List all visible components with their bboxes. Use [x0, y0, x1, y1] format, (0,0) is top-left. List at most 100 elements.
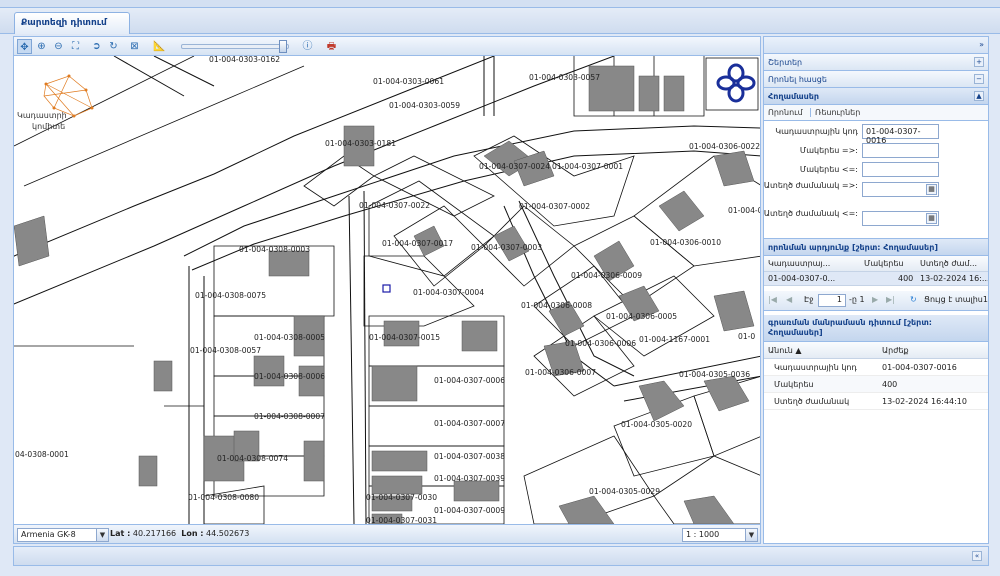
table-row: Ստեղծ ժամանակ 13-02-2024 16:44:10	[764, 393, 988, 410]
svg-text:01-0: 01-0	[738, 332, 755, 341]
search-form: Կադաստրային կոդ 01-004-0307-0016 Մակերես…	[764, 121, 988, 239]
svg-text:01-004-0308-0005: 01-004-0308-0005	[254, 333, 325, 342]
chevron-up-icon[interactable]: ▲	[974, 91, 984, 101]
table-row: Կադաստրային կոդ 01-004-0307-0016	[764, 359, 988, 376]
svg-text:01-004-0308-0057: 01-004-0308-0057	[190, 346, 261, 355]
scale-select[interactable]: 1 : 1000 ▼	[682, 528, 758, 542]
svg-text:01-004-0307-0022: 01-004-0307-0022	[359, 201, 430, 210]
svg-text:01-004-0306-0007: 01-004-0306-0007	[525, 368, 596, 377]
map-status-bar: Armenia GK-8 ▼ Lat : 40.217166 Lon : 44.…	[13, 524, 761, 544]
accordion-layers[interactable]: Շերտեր +	[764, 54, 988, 71]
tab-resources[interactable]: Ռեսուրներ	[810, 108, 860, 117]
details-header: գրառման մանրամասն դիտում [շերտ: Հողամասե…	[764, 315, 988, 342]
bottom-panel-bar: «	[13, 546, 989, 566]
column-header[interactable]: Կադաստրայ...	[768, 259, 838, 268]
accordion-address-search[interactable]: Որոնել հասցե −	[764, 71, 988, 88]
table-row: Մակերես 400	[764, 376, 988, 393]
svg-text:01-004-0303-0057: 01-004-0303-0057	[529, 73, 600, 82]
table-row[interactable]: 01-004-0307-0... 400 13-02-2024 16:...	[764, 272, 988, 286]
svg-text:01-004-0308-0006: 01-004-0308-0006	[254, 372, 325, 381]
svg-text:01-004-0306-0010: 01-004-0306-0010	[650, 238, 721, 247]
prev-page-icon[interactable]: ◀	[786, 295, 792, 304]
svg-text:01-004-0303-0162: 01-004-0303-0162	[209, 56, 280, 64]
area-max-label: Մակերես <=:	[799, 165, 858, 174]
svg-text:01-004-0: 01-004-0	[728, 206, 761, 215]
svg-text:01-004-0306-0006: 01-004-0306-0006	[565, 339, 636, 348]
zoom-slider-thumb[interactable]	[279, 40, 287, 53]
selected-parcel-marker	[382, 284, 391, 293]
refresh-icon[interactable]: ↻	[910, 295, 917, 304]
svg-text:01-004-0307-0003: 01-004-0307-0003	[471, 243, 542, 252]
collapse-panel-button[interactable]: »	[764, 37, 988, 54]
svg-text:01-004-0308-0074: 01-004-0308-0074	[217, 454, 288, 463]
next-extent-icon[interactable]: ↻	[106, 39, 121, 54]
zoom-box-icon[interactable]: ⊠	[127, 39, 142, 54]
next-page-icon[interactable]: ▶	[872, 295, 878, 304]
svg-text:01-004-0303-0059: 01-004-0303-0059	[389, 101, 460, 110]
search-subtabs: Որոնում Ռեսուրներ	[764, 105, 988, 121]
crs-select[interactable]: Armenia GK-8 ▼	[17, 528, 109, 542]
print-icon[interactable]: 🖶	[324, 39, 339, 54]
area-max-input[interactable]	[862, 162, 939, 177]
svg-text:01-004-0307-0015: 01-004-0307-0015	[369, 333, 440, 342]
cadastral-code-label: Կադաստրային կոդ	[775, 127, 858, 136]
svg-text:01-004-0303-0061: 01-004-0303-0061	[373, 77, 444, 86]
expand-bottom-panel-icon[interactable]: «	[972, 551, 982, 561]
map-toolbar: ✥ ⊕ ⊖ ⛶ ➲ ↻ ⊠ 📐 ⓘ 🖶	[13, 36, 761, 56]
area-min-input[interactable]	[862, 143, 939, 158]
zoom-out-icon[interactable]: ⊖	[51, 39, 66, 54]
page-number-input[interactable]: 1	[818, 294, 846, 307]
date-from-input[interactable]: ▦	[862, 182, 939, 197]
collapse-icon[interactable]: −	[974, 74, 984, 84]
accordion-land-plots[interactable]: Հողամասեր ▲	[764, 88, 988, 105]
svg-text:Կադաստրի: Կադաստրի	[17, 111, 67, 120]
svg-text:01-004-0305-0036: 01-004-0305-0036	[679, 370, 750, 379]
svg-text:01-004-0306-0005: 01-004-0306-0005	[606, 312, 677, 321]
map-canvas[interactable]: 01-004-0303-0162 01-004-0303-0061 01-004…	[13, 56, 761, 524]
calendar-icon[interactable]: ▦	[926, 213, 937, 224]
last-page-icon[interactable]: ▶|	[886, 295, 895, 304]
calendar-icon[interactable]: ▦	[926, 184, 937, 195]
column-header[interactable]: Անուն ▲	[768, 346, 802, 355]
expand-icon[interactable]: +	[974, 57, 984, 67]
tab-bar: Քարտեզի դիտում	[0, 8, 1000, 34]
svg-text:01-004-0307-0001: 01-004-0307-0001	[552, 162, 623, 171]
previous-extent-icon[interactable]: ➲	[89, 39, 104, 54]
svg-text:01-004-0306-0008: 01-004-0306-0008	[521, 301, 592, 310]
column-header[interactable]: Ստեղծ ժամ...	[920, 259, 986, 268]
svg-text:01-004-0303-0181: 01-004-0303-0181	[325, 139, 396, 148]
zoom-in-icon[interactable]: ⊕	[34, 39, 49, 54]
map-svg[interactable]: 01-004-0303-0162 01-004-0303-0061 01-004…	[14, 56, 761, 524]
svg-text:04-0308-0001: 04-0308-0001	[15, 450, 69, 459]
cadastre-logo	[43, 75, 93, 117]
svg-text:01-004-0307-0002: 01-004-0307-0002	[519, 202, 590, 211]
svg-text:01-004-0305-0020: 01-004-0305-0020	[621, 420, 692, 429]
pan-navigator-icon	[705, 57, 759, 111]
chevron-down-icon[interactable]: ▼	[96, 529, 108, 541]
window-top-strip	[0, 0, 1000, 8]
svg-text:01-004-0308-0080: 01-004-0308-0080	[188, 493, 259, 502]
svg-text:01-004-0307-0030: 01-004-0307-0030	[366, 493, 437, 502]
svg-text:կոմիտե: կոմիտե	[32, 122, 65, 131]
chevron-down-icon[interactable]: ▼	[745, 529, 757, 541]
info-icon[interactable]: ⓘ	[300, 39, 315, 54]
svg-text:01-004-0307-0017: 01-004-0307-0017	[382, 239, 453, 248]
coordinate-readout: Lat : 40.217166 Lon : 44.502673	[110, 529, 250, 538]
zoom-slider[interactable]	[181, 44, 289, 49]
area-min-label: Մակերես =>:	[799, 146, 858, 155]
column-header[interactable]: Մակերես	[864, 259, 914, 268]
tab-search[interactable]: Որոնում	[768, 108, 803, 117]
details-grid-header: Անուն ▲ Արժեք	[764, 342, 988, 359]
tab-map-view[interactable]: Քարտեզի դիտում	[14, 12, 130, 34]
full-extent-icon[interactable]: ⛶	[68, 39, 83, 54]
cadastral-code-input[interactable]: 01-004-0307-0016	[862, 124, 939, 145]
results-grid-header: Կադաստրայ... Մակերես Ստեղծ ժամ...	[764, 256, 988, 272]
column-header[interactable]: Արժեք	[882, 346, 909, 355]
pan-icon[interactable]: ✥	[17, 39, 32, 54]
svg-text:01-004-1167-0001: 01-004-1167-0001	[639, 335, 710, 344]
results-header: որոնման արդյունք [շերտ: Հողամասեր]	[764, 239, 988, 256]
measure-icon[interactable]: 📐	[152, 39, 167, 54]
date-to-input[interactable]: ▦	[862, 211, 939, 226]
first-page-icon[interactable]: |◀	[768, 295, 777, 304]
svg-text:01-004-0308-0007: 01-004-0308-0007	[254, 412, 325, 421]
